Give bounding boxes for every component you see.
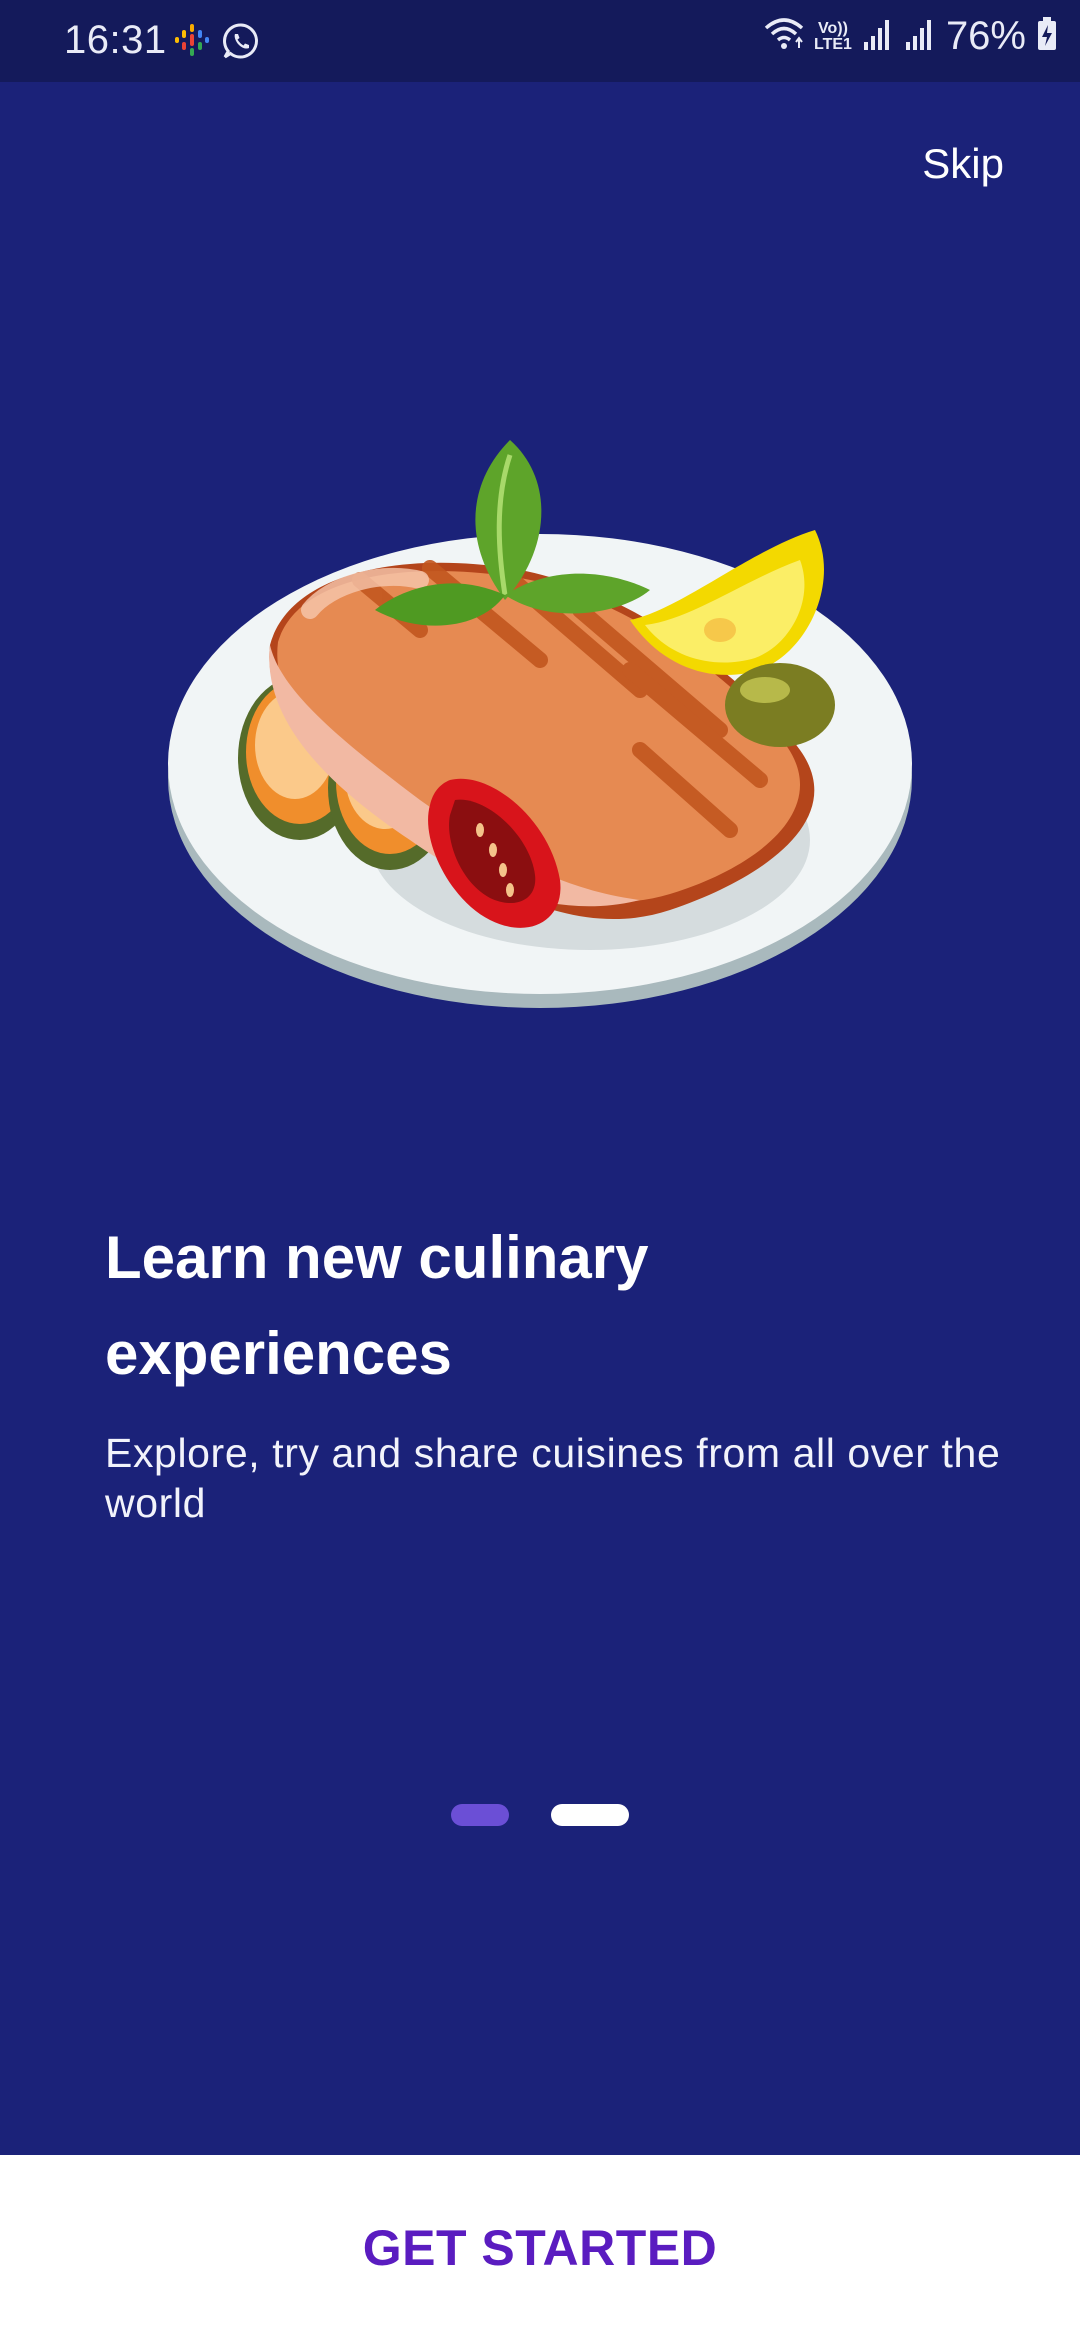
system-status-icons: Vo)) LTE1 76% <box>764 14 1058 59</box>
whatsapp-icon <box>222 22 260 65</box>
wifi-icon <box>764 16 804 57</box>
skip-button[interactable]: Skip <box>922 140 1004 188</box>
signal-icon <box>862 16 894 57</box>
volte-icon: Vo)) LTE1 <box>814 19 852 53</box>
olive <box>725 663 835 747</box>
page-indicator-dot-active[interactable] <box>451 1804 509 1826</box>
page-indicator <box>0 1804 1080 1826</box>
onboarding-subtitle: Explore, try and share cuisines from all… <box>105 1430 1001 1526</box>
notification-icons <box>174 22 260 65</box>
volte-bottom-label: LTE1 <box>814 35 852 53</box>
signal-icon <box>904 16 936 57</box>
status-bar: 16:31 Vo)) LTE1 76% <box>0 0 1080 82</box>
onboarding-screen: 16:31 Vo)) LTE1 76% Skip Learn new culin… <box>0 0 1080 2340</box>
page-indicator-dot[interactable] <box>551 1804 629 1826</box>
status-time: 16:31 <box>64 18 167 62</box>
volte-top-label: Vo)) <box>818 19 848 37</box>
bottom-bar: GET STARTED <box>0 2155 1080 2340</box>
onboarding-title: Learn new culinary experiences <box>105 1224 649 1387</box>
food-illustration <box>168 440 912 1008</box>
get-started-button[interactable]: GET STARTED <box>0 2155 1080 2340</box>
battery-charging-icon <box>1036 16 1058 57</box>
google-podcasts-icon <box>174 22 210 65</box>
battery-percent: 76% <box>945 14 1026 58</box>
